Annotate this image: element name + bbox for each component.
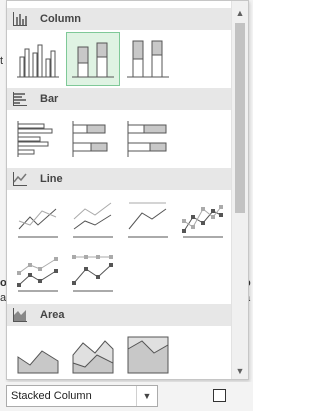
line-with-markers-icon: [182, 205, 223, 238]
stacked-bar-icon: [72, 121, 108, 157]
chart-tile-stacked-bar[interactable]: [66, 112, 120, 166]
chart-tile-stacked-line[interactable]: [66, 192, 120, 246]
chart-tile-stacked-column[interactable]: [66, 32, 120, 86]
chart-tile-line[interactable]: [11, 192, 65, 246]
vertical-scrollbar[interactable]: ▲ ▼: [231, 1, 248, 379]
100-stacked-line-with-markers-icon: [72, 255, 113, 292]
scrollbar-thumb[interactable]: [235, 23, 245, 213]
100-stacked-line-icon: [128, 202, 168, 238]
chart-type-gallery: Column Bar Line Area ▲ ▼: [6, 0, 249, 380]
100-stacked-area-icon: [127, 336, 169, 374]
category-header-column: Column: [7, 8, 231, 30]
stacked-area-icon: [72, 340, 114, 374]
chart-tile-line-with-markers[interactable]: [176, 192, 230, 246]
scroll-down-arrow-icon[interactable]: ▼: [232, 363, 248, 379]
sheet-fragment: t: [0, 55, 4, 67]
chart-tile-100-stacked-line[interactable]: [121, 192, 175, 246]
100-stacked-bar-icon: [127, 121, 167, 157]
chart-tile-stacked-line-with-markers[interactable]: [11, 246, 65, 300]
category-label: Column: [40, 13, 81, 25]
line-chart-icon: [13, 172, 27, 186]
stacked-column-icon: [72, 42, 114, 78]
chart-tile-100-stacked-area[interactable]: [121, 328, 175, 379]
line-icon: [18, 208, 58, 238]
chevron-down-icon[interactable]: ▼: [136, 386, 157, 406]
chart-type-dropdown[interactable]: Stacked Column ▼: [6, 385, 158, 407]
category-header-bar: Bar: [7, 88, 231, 110]
column-chart-icon: [13, 12, 27, 26]
gallery-list: Column Bar Line Area: [7, 1, 231, 379]
100-stacked-column-icon: [127, 40, 169, 78]
area-icon: [17, 350, 59, 374]
stacked-line-with-markers-icon: [17, 257, 58, 292]
category-label: Area: [40, 309, 65, 321]
bar-chart-icon: [13, 92, 27, 106]
clustered-column-icon: [17, 44, 59, 78]
chart-tile-area[interactable]: [11, 328, 65, 379]
category-header-line: Line: [7, 168, 231, 190]
category-label: Line: [40, 173, 63, 185]
area-chart-icon: [13, 308, 27, 322]
chart-tile-clustered-bar[interactable]: [11, 112, 65, 166]
category-label: Bar: [40, 93, 59, 105]
option-checkbox[interactable]: [213, 389, 226, 402]
chart-tile-100-stacked-bar[interactable]: [121, 112, 175, 166]
clustered-bar-icon: [17, 121, 53, 157]
chart-type-value: Stacked Column: [11, 390, 92, 402]
chart-tile-100-stacked-column[interactable]: [121, 32, 175, 86]
chart-tile-clustered-column[interactable]: [11, 32, 65, 86]
scroll-up-arrow-icon[interactable]: ▲: [232, 5, 248, 21]
chart-tile-100-stacked-line-with-markers[interactable]: [66, 246, 120, 300]
chart-tile-stacked-area[interactable]: [66, 328, 120, 379]
stacked-line-icon: [73, 202, 113, 238]
category-header-area: Area: [7, 304, 231, 326]
